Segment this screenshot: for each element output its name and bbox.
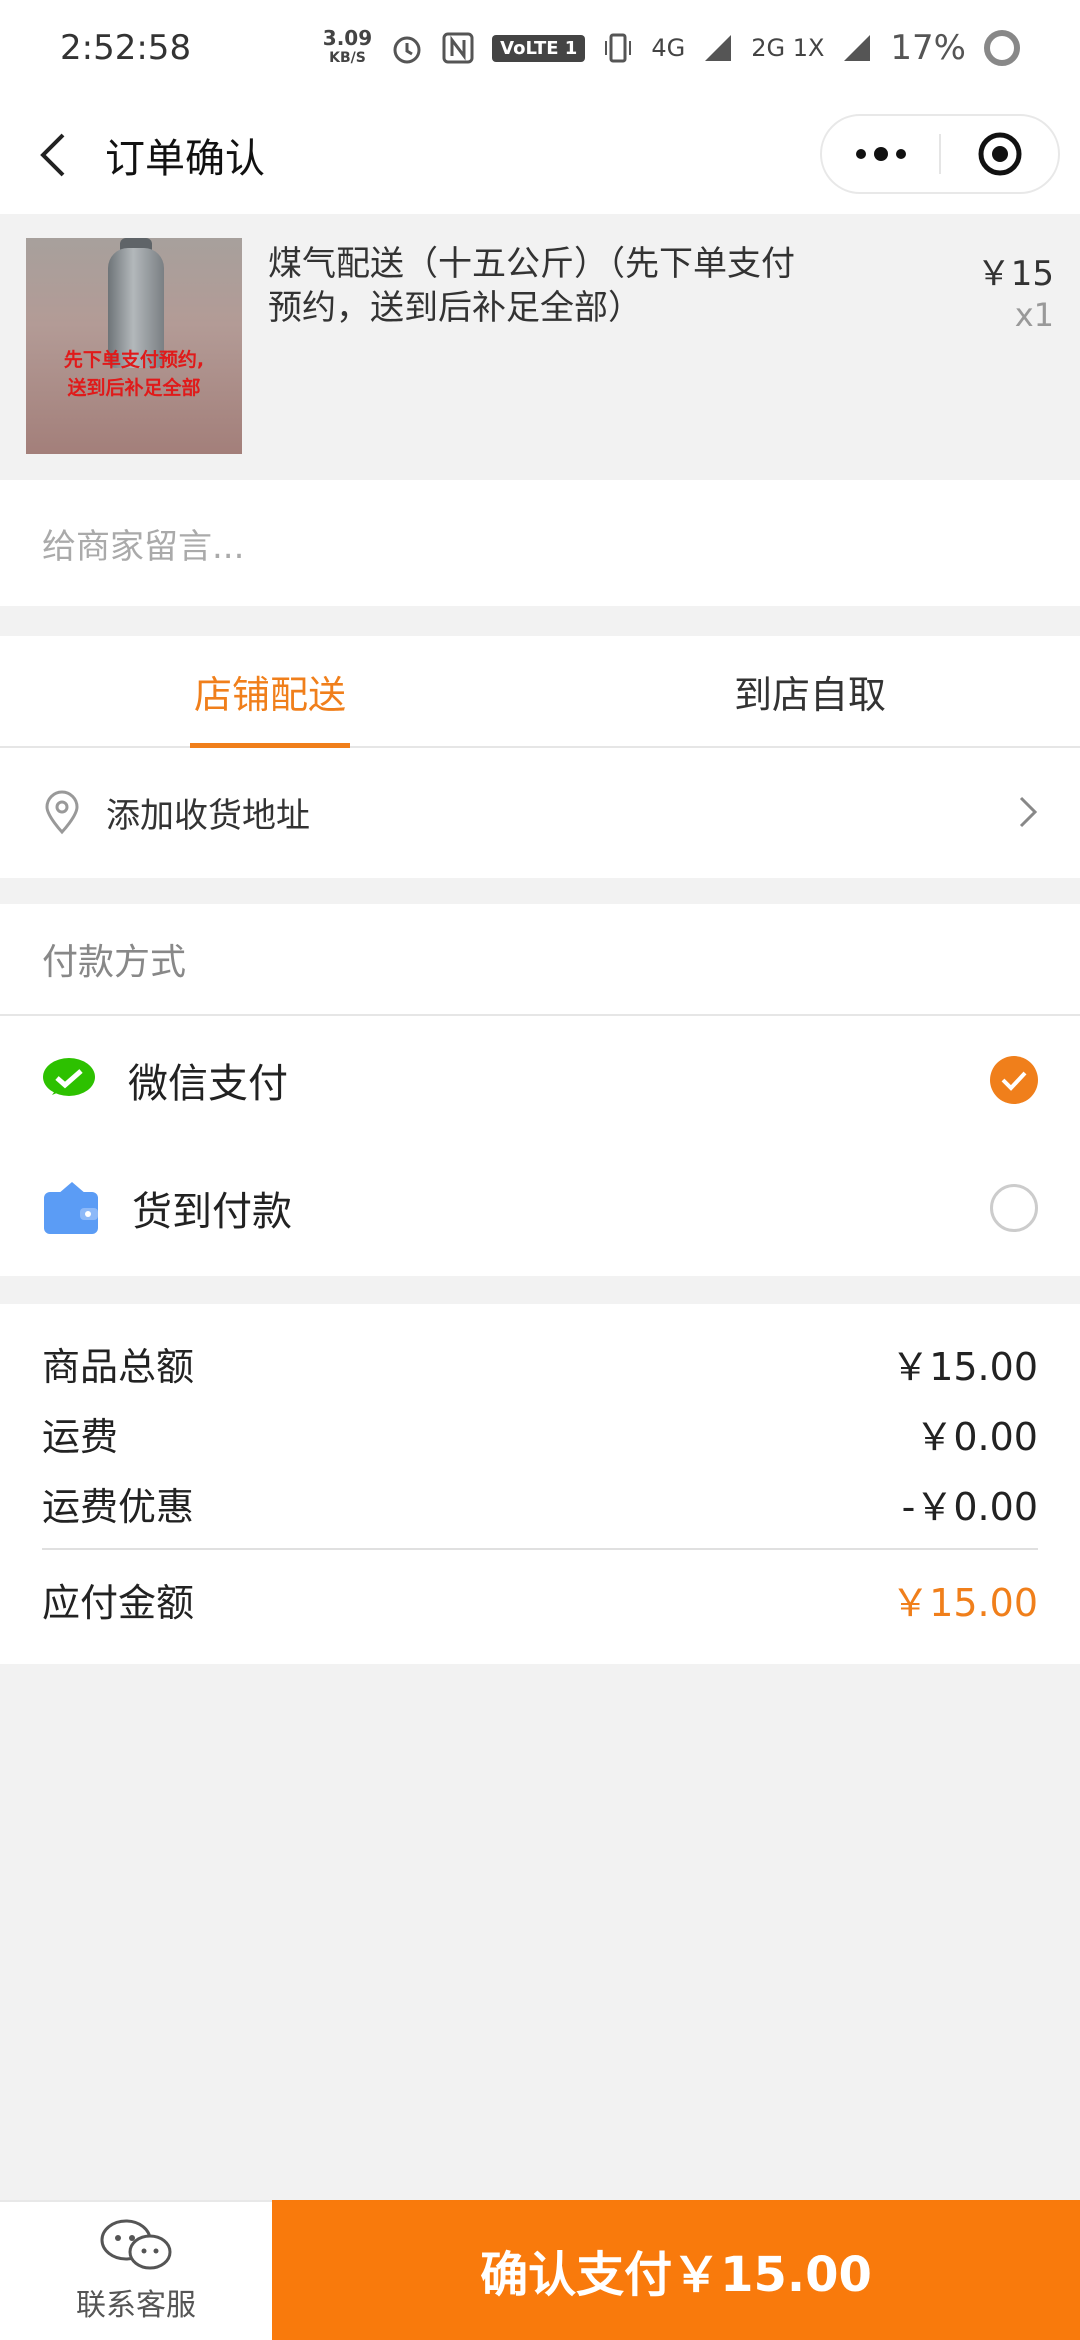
merchant-message-placeholder: 给商家留言... — [42, 526, 245, 567]
volte-badge: VoLTE 1 — [492, 34, 586, 62]
add-address-row[interactable]: 添加收货地址 — [0, 748, 1080, 876]
tab-store-delivery[interactable]: 店铺配送 — [0, 636, 540, 748]
signal-4g-label: 4G — [651, 34, 686, 62]
customer-service-button[interactable]: 联系客服 — [0, 2200, 272, 2340]
summary-row-shipping: 运费 ￥0.00 — [42, 1414, 1038, 1459]
add-address-label: 添加收货地址 — [106, 795, 310, 836]
location-pin-icon — [45, 790, 79, 835]
wechat-pay-icon — [43, 1058, 95, 1096]
more-button[interactable] — [822, 116, 939, 192]
tab-self-pickup[interactable]: 到店自取 — [540, 636, 1080, 746]
checkmark-icon — [1001, 1071, 1027, 1091]
close-mini-program-button[interactable] — [941, 116, 1058, 192]
alarm-icon — [393, 36, 421, 64]
payment-heading: 付款方式 — [0, 904, 1080, 1016]
nfc-icon — [442, 32, 474, 64]
summary-divider — [42, 1548, 1038, 1550]
status-icons: 3.09 KB/S VoLTE 1 4G 2G 1X 17% — [323, 28, 1020, 68]
summary-row-shipping-discount: 运费优惠 -￥0.00 — [42, 1484, 1038, 1529]
wechat-radio-selected[interactable] — [990, 1056, 1038, 1104]
vibrate-icon — [605, 33, 632, 63]
payment-option-wechat[interactable]: 微信支付 — [0, 1016, 1080, 1144]
chat-bubbles-icon — [100, 2219, 172, 2270]
payment-option-cod-label: 货到付款 — [132, 1189, 292, 1235]
wallet-icon — [44, 1182, 98, 1234]
customer-service-label: 联系客服 — [76, 2288, 196, 2323]
chevron-right-icon — [1019, 796, 1038, 828]
bottom-bar: 联系客服 确认支付￥15.00 — [0, 2200, 1080, 2340]
payment-option-wechat-label: 微信支付 — [128, 1061, 288, 1107]
confirm-pay-button[interactable]: 确认支付￥15.00 — [272, 2200, 1080, 2340]
product-item: 先下单支付预约, 送到后补足全部 煤气配送（十五公斤）（先下单支付预约，送到后补… — [0, 214, 1080, 480]
cod-radio-unselected[interactable] — [990, 1184, 1038, 1232]
network-speed: 3.09 KB/S — [322, 26, 373, 66]
price-summary: 商品总额 ￥15.00 运费 ￥0.00 运费优惠 -￥0.00 应付金额 ￥1… — [0, 1304, 1080, 1664]
product-name: 煤气配送（十五公斤）（先下单支付预约，送到后补足全部） — [268, 244, 795, 328]
signal-icon — [705, 35, 732, 61]
product-price: ￥15 — [976, 254, 1054, 294]
merchant-message-input[interactable]: 给商家留言... — [0, 480, 1080, 606]
signal-2g-label: 2G 1X — [751, 34, 825, 62]
active-tab-underline — [190, 743, 350, 748]
delivery-section: 店铺配送 到店自取 添加收货地址 — [0, 636, 1080, 878]
product-image: 先下单支付预约, 送到后补足全部 — [26, 238, 242, 454]
delivery-tabs: 店铺配送 到店自取 — [0, 636, 1080, 748]
payment-option-cod[interactable]: 货到付款 — [0, 1144, 1080, 1272]
target-close-icon — [978, 132, 1021, 176]
product-image-caption: 先下单支付预约, 送到后补足全部 — [63, 349, 205, 399]
mini-program-capsule — [820, 114, 1060, 194]
nav-bar: 订单确认 — [0, 96, 1080, 214]
product-quantity: x1 — [1014, 296, 1054, 334]
page-title: 订单确认 — [105, 136, 265, 182]
payment-section: 付款方式 微信支付 货到付款 — [0, 904, 1080, 1276]
back-button[interactable] — [0, 96, 105, 214]
back-arrow-icon — [39, 133, 64, 177]
battery-ring-icon — [984, 30, 1020, 66]
summary-row-subtotal: 商品总额 ￥15.00 — [42, 1344, 1038, 1389]
summary-row-total: 应付金额 ￥15.00 — [42, 1580, 1038, 1625]
signal-icon-2 — [844, 35, 871, 61]
battery-text: 17% — [890, 28, 966, 68]
status-bar: 2:52:58 3.09 KB/S VoLTE 1 4G 2G 1X 17% — [0, 0, 1080, 96]
more-dots-icon — [855, 147, 906, 161]
status-time: 2:52:58 — [60, 28, 192, 68]
